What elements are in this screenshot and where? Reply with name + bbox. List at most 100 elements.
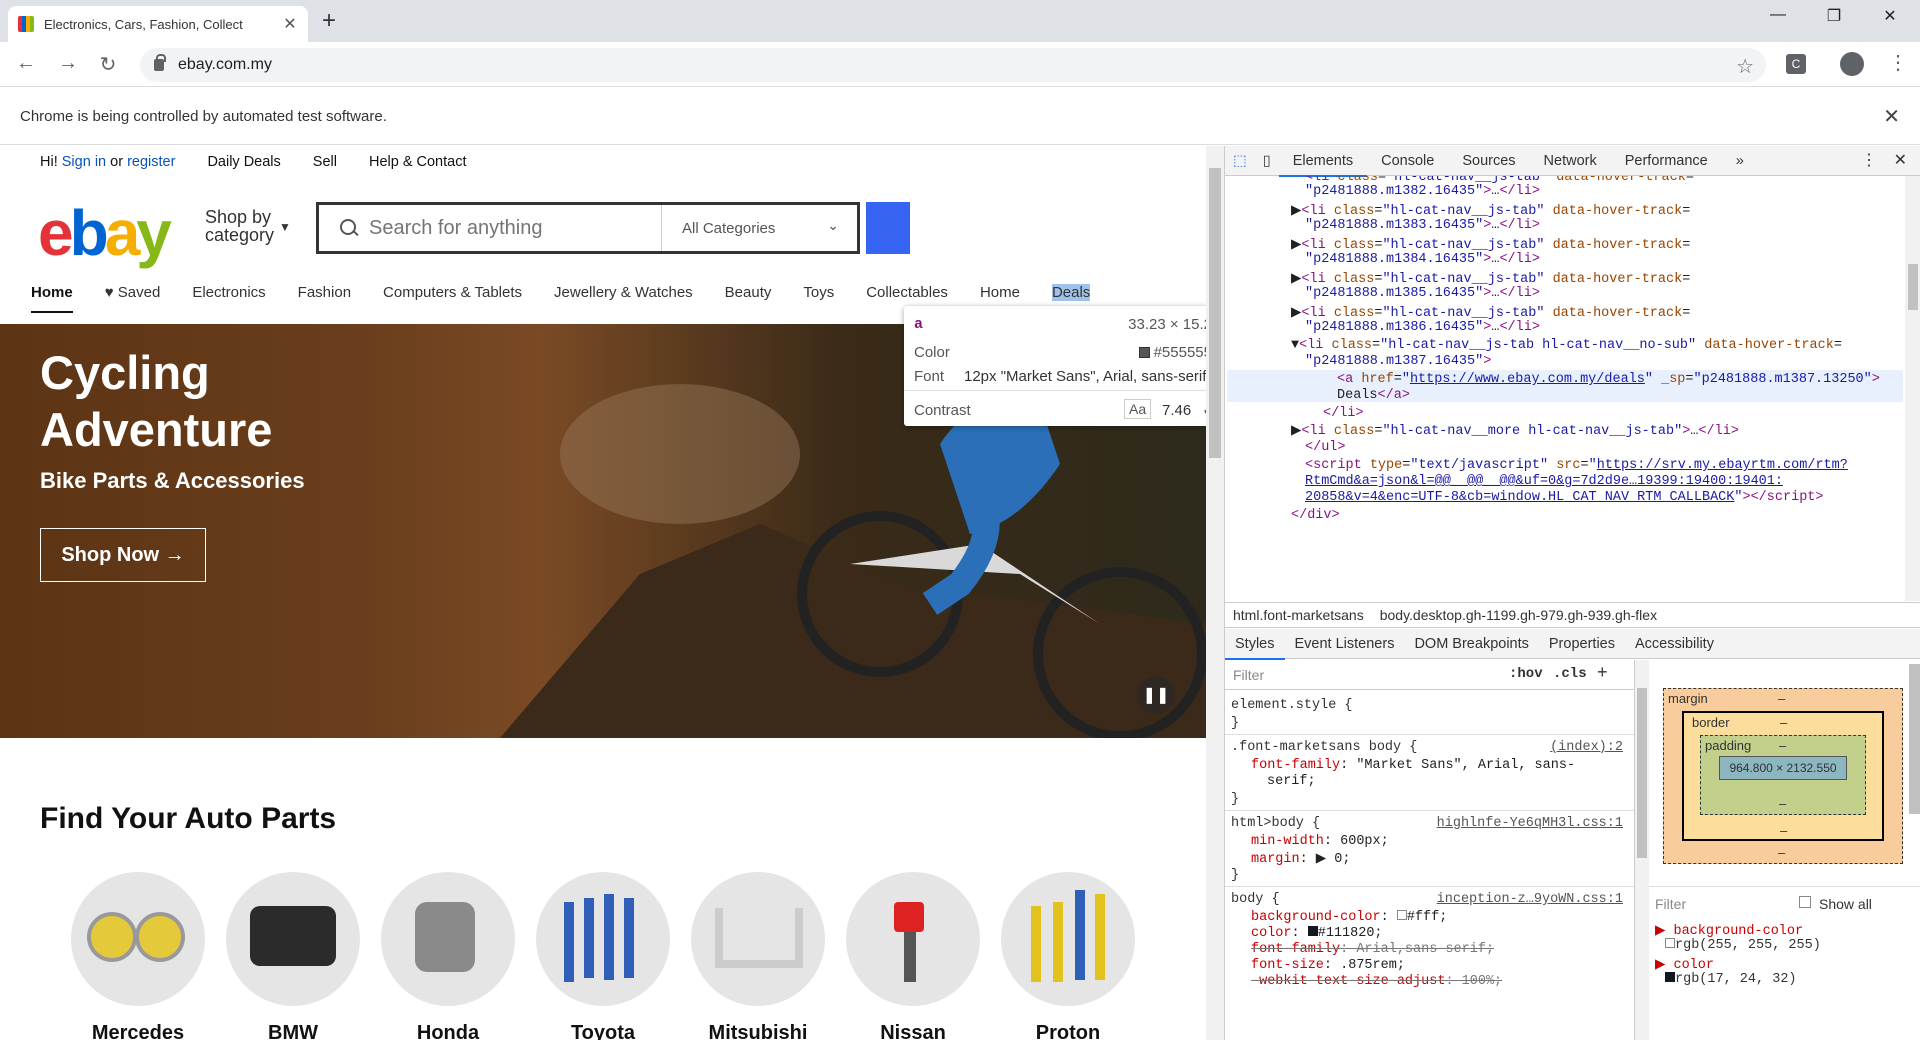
register-link[interactable]: register xyxy=(127,154,175,170)
nav-fashion[interactable]: Fashion xyxy=(298,278,351,307)
forward-icon[interactable]: → xyxy=(56,52,80,75)
tab-elements[interactable]: Elements xyxy=(1278,146,1368,177)
category-select[interactable]: All Categories ⌄ xyxy=(661,205,857,251)
nav-collectables[interactable]: Collectables xyxy=(866,278,948,307)
margin-label: margin xyxy=(1668,691,1708,706)
address-bar[interactable]: ebay.com.my ☆ xyxy=(140,48,1766,82)
tab-network[interactable]: Network xyxy=(1530,146,1611,176)
nav-deals[interactable]: Deals xyxy=(1051,283,1091,301)
brand-toyota[interactable]: Toyota xyxy=(536,872,670,1040)
category-select-value: All Categories xyxy=(682,219,776,237)
cls-button[interactable]: .cls xyxy=(1553,666,1587,682)
bookmark-star-icon[interactable]: ☆ xyxy=(1736,54,1754,79)
devtools-menu-icon[interactable]: ⋮ xyxy=(1861,150,1877,170)
style-rule: } xyxy=(1231,868,1240,883)
new-rule-icon[interactable]: + xyxy=(1597,662,1608,683)
dom-tree[interactable]: <li class="hl-cat-nav__js-tab" data-hove… xyxy=(1225,176,1905,601)
tab-styles[interactable]: Styles xyxy=(1225,629,1285,660)
hero-title-line1: Cycling xyxy=(40,346,210,399)
nav-beauty[interactable]: Beauty xyxy=(725,278,772,307)
menu-dots-icon[interactable]: ⋮ xyxy=(1888,50,1908,75)
styles-scrollbar-thumb[interactable] xyxy=(1637,688,1647,858)
page-scrollbar[interactable] xyxy=(1206,146,1224,1040)
tab-event-listeners[interactable]: Event Listeners xyxy=(1285,629,1405,659)
brand-honda[interactable]: Honda xyxy=(381,872,515,1040)
computed-prop-bg-name: background-color xyxy=(1673,924,1804,939)
computed-prop-bg[interactable]: ▶ background-color xyxy=(1655,922,1803,939)
tab-properties[interactable]: Properties xyxy=(1539,629,1625,659)
minimize-icon[interactable]: — xyxy=(1758,6,1798,24)
automation-infobar: Chrome is being controlled by automated … xyxy=(0,88,1920,145)
shop-by-category-button[interactable]: Shop by category ▼ xyxy=(205,208,291,244)
daily-deals-link[interactable]: Daily Deals xyxy=(207,154,280,170)
style-decl: -webkit-text-size-adjust: 100%; xyxy=(1251,974,1503,989)
style-rule: body {inception-z…9yoWN.css:1 xyxy=(1231,892,1623,907)
inspect-element-icon[interactable]: ⬚ xyxy=(1225,146,1255,176)
nav-home-garden[interactable]: Home xyxy=(980,278,1020,307)
greeting: Hi! xyxy=(40,154,58,170)
nav-toys[interactable]: Toys xyxy=(803,278,834,307)
device-toolbar-icon[interactable]: ▯ xyxy=(1255,146,1279,176)
close-tab-icon[interactable]: ✕ xyxy=(282,14,298,34)
brand-mitsubishi[interactable]: Mitsubishi xyxy=(691,872,825,1040)
color-swatch xyxy=(1138,347,1150,358)
tab-console[interactable]: Console xyxy=(1367,146,1448,176)
new-tab-icon[interactable]: + xyxy=(322,8,336,34)
search-button[interactable] xyxy=(866,202,910,254)
brand-image xyxy=(1001,872,1135,1006)
hero-title-line2: Adventure xyxy=(40,403,273,456)
help-contact-link[interactable]: Help & Contact xyxy=(369,154,467,170)
dom-scrollbar[interactable] xyxy=(1905,176,1920,601)
close-devtools-icon[interactable]: ✕ xyxy=(1894,150,1907,170)
nav-computers[interactable]: Computers & Tablets xyxy=(383,278,522,307)
tab-sources[interactable]: Sources xyxy=(1448,146,1529,176)
styles-filter-input[interactable]: Filter xyxy=(1233,667,1264,683)
brand-nissan[interactable]: Nissan xyxy=(846,872,980,1040)
inspect-tooltip: a 33.23 × 15.2 Color #555555 Font 12px "… xyxy=(904,306,1206,426)
style-rule: html>body {highlnfe-Ye6qMH3l.css:1 xyxy=(1231,816,1623,831)
tooltip-contrast-label: Contrast xyxy=(914,402,971,419)
tab-accessibility[interactable]: Accessibility xyxy=(1625,629,1724,659)
ebay-logo[interactable]: ebay xyxy=(38,196,172,270)
nav-saved[interactable]: ♥ Saved xyxy=(105,278,161,307)
search-input[interactable] xyxy=(369,216,659,240)
show-all-checkbox[interactable] xyxy=(1799,896,1811,908)
close-window-icon[interactable]: ✕ xyxy=(1870,6,1910,26)
styles-scrollbar[interactable] xyxy=(1635,660,1649,1040)
close-infobar-icon[interactable]: ✕ xyxy=(1883,104,1900,129)
scrollbar-thumb[interactable] xyxy=(1209,168,1221,458)
tab-dom-breakpoints[interactable]: DOM Breakpoints xyxy=(1404,629,1538,659)
computed-prop-color[interactable]: ▶ color xyxy=(1655,956,1714,973)
box-model-scrollbar-thumb[interactable] xyxy=(1909,664,1920,814)
computed-filter-input[interactable]: Filter xyxy=(1655,896,1686,912)
dom-line: </li> xyxy=(1323,406,1364,421)
browser-tab[interactable]: Electronics, Cars, Fashion, Collect ✕ xyxy=(8,6,308,42)
sign-in-link[interactable]: Sign in xyxy=(62,154,106,170)
shop-now-button[interactable]: Shop Now → xyxy=(40,528,206,582)
style-decl: background-color: #fff; xyxy=(1251,910,1448,925)
reload-icon[interactable]: ↻ xyxy=(96,52,120,77)
margin-bottom-value: – xyxy=(1778,845,1786,860)
pause-icon[interactable]: ❚❚ xyxy=(1137,676,1175,714)
brand-bmw[interactable]: BMW xyxy=(226,872,360,1040)
more-tabs-icon[interactable]: » xyxy=(1722,146,1758,176)
profile-avatar-icon[interactable] xyxy=(1840,52,1864,76)
crumb-body[interactable]: body.desktop.gh-1199.gh-979.gh-939.gh-fl… xyxy=(1372,607,1665,623)
lock-icon[interactable] xyxy=(154,54,166,71)
sell-link[interactable]: Sell xyxy=(313,154,337,170)
back-icon[interactable]: ← xyxy=(14,52,38,75)
brand-proton[interactable]: Proton xyxy=(1001,872,1135,1040)
nav-electronics[interactable]: Electronics xyxy=(192,278,265,307)
dom-scrollbar-thumb[interactable] xyxy=(1908,264,1918,310)
extension-icon[interactable]: C xyxy=(1786,54,1806,74)
crumb-html[interactable]: html.font-marketsans xyxy=(1225,607,1372,623)
nav-jewellery[interactable]: Jewellery & Watches xyxy=(554,278,693,307)
dom-line: </ul> xyxy=(1305,440,1346,455)
nav-home[interactable]: Home xyxy=(31,278,73,313)
dom-line: "p2481888.m1386.16435">…</li> xyxy=(1305,320,1540,335)
brand-mercedes[interactable]: Mercedes xyxy=(71,872,205,1040)
tab-performance[interactable]: Performance xyxy=(1611,146,1722,176)
maximize-icon[interactable]: ❐ xyxy=(1814,6,1854,26)
hov-button[interactable]: :hov xyxy=(1509,666,1543,682)
dom-line: <script type="text/javascript" src="http… xyxy=(1305,458,1848,473)
